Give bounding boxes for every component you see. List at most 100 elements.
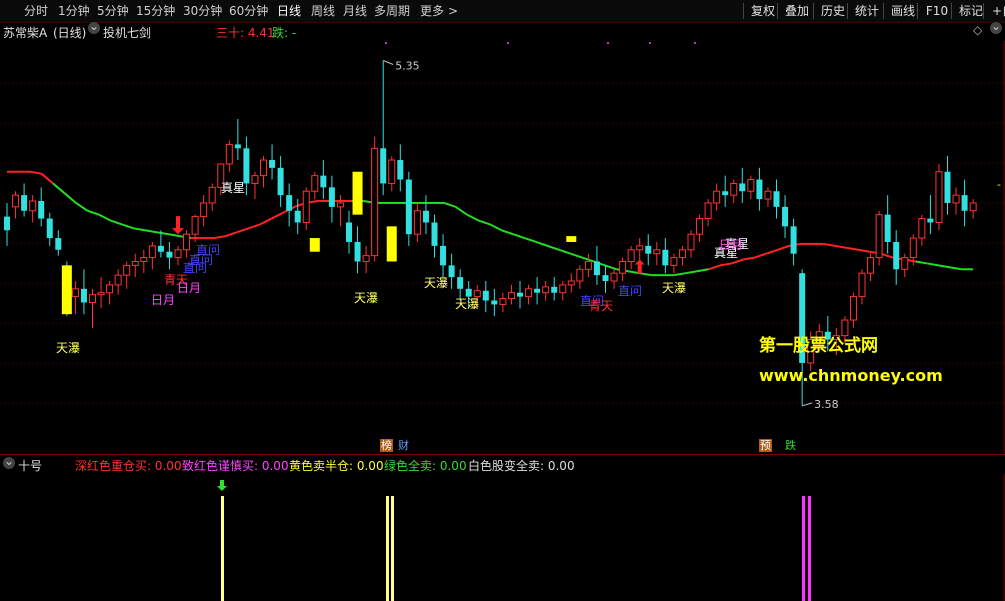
candle[interactable] — [567, 273, 575, 293]
candle[interactable] — [678, 245, 686, 266]
candle[interactable] — [584, 253, 592, 278]
candle[interactable] — [200, 195, 208, 227]
candle[interactable] — [440, 234, 447, 278]
candle[interactable] — [670, 253, 678, 274]
candle[interactable] — [935, 163, 943, 231]
period-tab-8[interactable]: 月线 — [343, 3, 367, 19]
candle[interactable] — [551, 277, 558, 301]
candle[interactable] — [875, 210, 883, 266]
toolbar-button-7[interactable]: +自 — [988, 3, 1005, 19]
period-tab-5[interactable]: 60分钟 — [229, 3, 268, 19]
candle[interactable] — [362, 245, 370, 274]
candle[interactable] — [593, 245, 600, 285]
candle[interactable] — [336, 195, 344, 227]
candle[interactable] — [277, 156, 284, 207]
period-tab-6[interactable]: 日线 — [277, 3, 301, 19]
candle[interactable] — [704, 199, 712, 227]
candle[interactable] — [80, 269, 87, 315]
dropdown-circle-icon[interactable]: ⌄ — [88, 20, 100, 34]
candle[interactable] — [405, 171, 412, 246]
candle[interactable] — [687, 230, 695, 258]
candle[interactable] — [849, 292, 857, 328]
candle[interactable] — [431, 214, 438, 258]
candle[interactable] — [619, 257, 627, 281]
candle[interactable] — [901, 253, 909, 278]
candle[interactable] — [534, 277, 541, 305]
period-tab-1[interactable]: 1分钟 — [58, 3, 90, 19]
candle[interactable] — [576, 265, 584, 289]
candle[interactable] — [302, 187, 310, 231]
candle[interactable] — [157, 230, 164, 258]
candle[interactable] — [174, 245, 182, 266]
candle[interactable] — [320, 160, 327, 200]
candle[interactable] — [602, 265, 609, 293]
indicator-name[interactable]: 十号 — [18, 457, 42, 474]
candlestick-chart[interactable]: 5.35 3.58 — [0, 41, 1005, 453]
toolbar-button-2[interactable]: 历史 — [818, 3, 848, 19]
candle[interactable] — [208, 183, 216, 211]
candle[interactable] — [225, 140, 233, 172]
candle[interactable] — [696, 214, 704, 242]
candle[interactable] — [55, 230, 62, 256]
candle[interactable] — [354, 226, 361, 274]
candle[interactable] — [251, 171, 259, 200]
candle[interactable] — [645, 234, 652, 266]
candle[interactable] — [29, 195, 37, 223]
candle[interactable] — [884, 195, 891, 254]
candle[interactable] — [131, 253, 139, 278]
candle[interactable] — [969, 199, 977, 219]
candle[interactable] — [858, 269, 866, 305]
candle[interactable] — [739, 167, 746, 203]
candle[interactable] — [944, 156, 951, 215]
indicator-dropdown-icon[interactable]: ⌄ — [3, 455, 15, 469]
candle[interactable] — [782, 195, 789, 239]
candle[interactable] — [653, 241, 661, 266]
candle[interactable] — [106, 281, 114, 305]
candle[interactable] — [286, 183, 293, 227]
candle[interactable] — [234, 119, 241, 161]
candle[interactable] — [388, 156, 396, 192]
candle[interactable] — [747, 175, 755, 200]
toolbar-button-1[interactable]: 叠加 — [782, 3, 812, 19]
toolbar-button-0[interactable]: 复权 — [748, 3, 778, 19]
candle[interactable] — [525, 284, 533, 305]
toolbar-button-4[interactable]: 画线 — [888, 3, 918, 19]
candle[interactable] — [482, 281, 489, 313]
circle-dropdown-icon[interactable]: ⌄ — [990, 20, 1002, 34]
candle[interactable] — [610, 269, 618, 289]
candle[interactable] — [713, 183, 721, 211]
candle[interactable] — [346, 210, 352, 254]
candle[interactable] — [722, 175, 729, 207]
candle[interactable] — [380, 60, 387, 196]
period-tab-2[interactable]: 5分钟 — [97, 3, 129, 19]
candle[interactable] — [627, 245, 635, 270]
toolbar-button-3[interactable]: 统计 — [852, 3, 882, 19]
period-tab-9[interactable]: 多周期 — [374, 3, 410, 19]
candle[interactable] — [422, 195, 429, 235]
candle[interactable] — [97, 277, 105, 309]
candle[interactable] — [12, 191, 20, 219]
chevron-right-icon[interactable]: > — [448, 3, 458, 19]
candle[interactable] — [448, 253, 455, 289]
candle[interactable] — [542, 281, 550, 301]
candle[interactable] — [140, 249, 148, 274]
candle[interactable] — [918, 214, 926, 246]
period-tab-4[interactable]: 30分钟 — [183, 3, 222, 19]
candle[interactable] — [148, 241, 156, 270]
candle[interactable] — [559, 281, 567, 301]
candle[interactable] — [260, 156, 267, 188]
period-tab-10[interactable]: 更多 — [420, 3, 444, 19]
formula-name[interactable]: 投机七剑 — [103, 24, 151, 41]
candle[interactable] — [397, 144, 404, 192]
candle[interactable] — [867, 253, 875, 281]
toolbar-button-6[interactable]: 标记 — [956, 3, 986, 19]
candle[interactable] — [756, 167, 763, 211]
candle[interactable] — [413, 202, 421, 242]
toolbar-button-5[interactable]: F10 — [922, 3, 952, 19]
candle[interactable] — [952, 187, 960, 215]
candle[interactable] — [961, 179, 968, 227]
candle[interactable] — [730, 179, 738, 203]
candle[interactable] — [71, 281, 79, 315]
candle[interactable] — [123, 261, 131, 289]
candle[interactable] — [507, 284, 515, 305]
